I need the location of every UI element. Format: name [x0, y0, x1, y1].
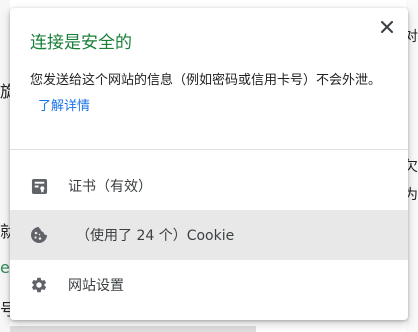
site-settings-label: 网站设置: [68, 278, 124, 294]
cookies-item[interactable]: （使用了 24 个）Cookie: [10, 210, 408, 260]
background-page-bar: [10, 326, 256, 332]
learn-more-link[interactable]: 了解详情: [38, 99, 90, 114]
description-text: 您发送给这个网站的信息（例如密码或信用卡号）不会外泄。: [30, 73, 382, 88]
cookies-label: （使用了 24 个）Cookie: [76, 228, 235, 244]
background-page-left: [0, 0, 10, 332]
close-icon: [381, 21, 393, 33]
cookie-icon: [30, 226, 48, 244]
connection-description: 您发送给这个网站的信息（例如密码或信用卡号）不会外泄。了解详情: [30, 68, 390, 120]
connection-status-title: 连接是安全的: [30, 33, 132, 53]
gear-icon: [30, 276, 48, 294]
certificate-label: 证书（有效）: [68, 179, 152, 195]
certificate-icon: [30, 177, 48, 195]
site-settings-item[interactable]: 网站设置: [10, 260, 408, 310]
close-button[interactable]: [378, 18, 396, 36]
certificate-item[interactable]: 证书（有效）: [10, 161, 408, 211]
site-info-popup: 连接是安全的 您发送给这个网站的信息（例如密码或信用卡号）不会外泄。了解详情 证…: [10, 8, 408, 320]
divider: [10, 149, 408, 150]
